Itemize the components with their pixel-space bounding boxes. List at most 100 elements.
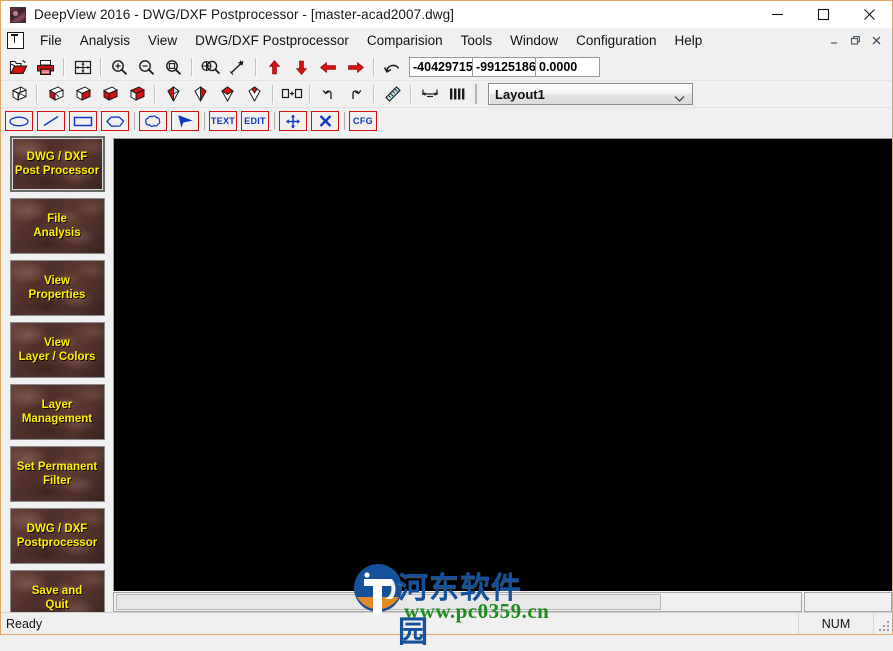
resize-grip[interactable] [873, 613, 892, 634]
arrow-down-icon[interactable] [288, 56, 315, 78]
arrow-left-icon[interactable] [315, 56, 342, 78]
cloud-tool-icon[interactable] [139, 111, 167, 131]
sidebar-item-label: DWG / DXF Postprocessor [17, 522, 98, 550]
arrow-right-icon[interactable] [342, 56, 369, 78]
rotate-left-icon[interactable] [315, 83, 342, 105]
delete-tool-icon[interactable] [311, 111, 339, 131]
toolbar-separator [36, 85, 38, 103]
sidebar-item-label: Set Permanent Filter [17, 460, 98, 488]
coordinate-spacer [600, 58, 626, 76]
edit-tool-icon[interactable]: EDIT [241, 111, 269, 131]
toolbar-separator [191, 58, 193, 76]
close-button[interactable] [846, 1, 892, 28]
sidebar-item-layer-management[interactable]: Layer Management [10, 384, 105, 440]
window-title: DeepView 2016 - DWG/DXF Postprocessor - … [34, 7, 454, 22]
text-tool-icon[interactable]: TEXT [209, 111, 237, 131]
rectangle-tool-icon[interactable] [69, 111, 97, 131]
scrollbar-row [113, 592, 892, 612]
canvas-area [113, 134, 892, 612]
leader-tool-icon[interactable] [171, 111, 199, 131]
cube-wireframe-icon[interactable] [5, 83, 32, 105]
ruler-icon[interactable] [379, 83, 406, 105]
sidebar-item-label: File Analysis [33, 212, 80, 240]
title-bar: DeepView 2016 - DWG/DXF Postprocessor - … [1, 1, 892, 28]
status-bar: Ready NUM [1, 612, 892, 634]
zoom-extents-icon[interactable] [69, 56, 96, 78]
status-message: Ready [1, 617, 798, 631]
cube-shaded-1-icon[interactable] [42, 83, 69, 105]
toolbar-separator [134, 112, 135, 130]
sidebar-item-label: View Properties [29, 274, 86, 302]
tile-windows-icon[interactable] [278, 83, 305, 105]
move-tool-icon[interactable] [279, 111, 307, 131]
ellipse-tool-icon[interactable] [5, 111, 33, 131]
toolbar-separator [344, 112, 345, 130]
config-tool-icon[interactable]: CFG [349, 111, 377, 131]
menu-configuration[interactable]: Configuration [567, 30, 665, 51]
pan-zoom-icon[interactable] [197, 56, 224, 78]
menu-file[interactable]: File [31, 30, 71, 51]
menu-dwg-dxf-postprocessor[interactable]: DWG/DXF Postprocessor [186, 30, 358, 51]
sidebar-item-view-properties[interactable]: View Properties [10, 260, 105, 316]
dimension-icon[interactable] [416, 83, 443, 105]
toolbar-separator [63, 58, 65, 76]
toolbar-separator [154, 85, 156, 103]
horizontal-scrollbar[interactable] [113, 592, 802, 612]
sidebar-item-dwg-dxf-post-processor[interactable]: DWG / DXF Post Processor [10, 136, 105, 192]
iso-view-1-icon[interactable] [160, 83, 187, 105]
drawing-canvas[interactable] [113, 138, 892, 591]
mdi-close-button[interactable] [866, 31, 886, 50]
zoom-out-icon[interactable] [133, 56, 160, 78]
sidebar-item-label: Layer Management [22, 398, 92, 426]
toolbar-separator [100, 58, 102, 76]
layout-combobox[interactable]: Layout1 [488, 83, 693, 105]
menu-analysis[interactable]: Analysis [71, 30, 139, 51]
sidebar-item-set-permanent-filter[interactable]: Set Permanent Filter [10, 446, 105, 502]
toolbar-separator [204, 112, 205, 130]
polygon-tool-icon[interactable] [101, 111, 129, 131]
coordinate-display: -40429715 -99125186 0.0000 [409, 57, 600, 77]
measure-arrow-icon[interactable] [224, 56, 251, 78]
iso-view-2-icon[interactable] [187, 83, 214, 105]
sidebar-item-dwg-dxf-postprocessor[interactable]: DWG / DXF Postprocessor [10, 508, 105, 564]
print-icon[interactable] [32, 56, 59, 78]
menu-window[interactable]: Window [501, 30, 567, 51]
toolbar-separator [373, 58, 375, 76]
document-icon [7, 32, 24, 49]
menu-help[interactable]: Help [665, 30, 711, 51]
menu-comparision[interactable]: Comparision [358, 30, 452, 51]
menu-view[interactable]: View [139, 30, 186, 51]
maximize-button[interactable] [800, 1, 846, 28]
cube-shaded-2-icon[interactable] [69, 83, 96, 105]
line-tool-icon[interactable] [37, 111, 65, 131]
cube-shaded-4-icon[interactable] [123, 83, 150, 105]
minimize-button[interactable] [754, 1, 800, 28]
application-window: DeepView 2016 - DWG/DXF Postprocessor - … [0, 0, 893, 635]
coord-x-field[interactable]: -40429715 [410, 58, 473, 76]
undo-icon[interactable] [379, 56, 406, 78]
sidebar-item-view-layer-colors[interactable]: View Layer / Colors [10, 322, 105, 378]
coord-z-field[interactable]: 0.0000 [536, 58, 599, 76]
horizontal-scrollbar-thumb[interactable] [116, 594, 661, 610]
sidebar-item-file-analysis[interactable]: File Analysis [10, 198, 105, 254]
mdi-restore-button[interactable] [845, 31, 865, 50]
coord-y-field[interactable]: -99125186 [473, 58, 536, 76]
layout-combobox-value: Layout1 [489, 87, 545, 102]
open-file-icon[interactable] [5, 56, 32, 78]
iso-view-3-icon[interactable] [214, 83, 241, 105]
zoom-in-icon[interactable] [106, 56, 133, 78]
zoom-window-icon[interactable] [160, 56, 187, 78]
layers-bars-icon[interactable] [443, 83, 470, 105]
rotate-right-icon[interactable] [342, 83, 369, 105]
window-controls [754, 1, 892, 28]
mdi-minimize-button[interactable] [824, 31, 844, 50]
iso-view-4-icon[interactable] [241, 83, 268, 105]
sidebar-item-save-and-quit[interactable]: Save and Quit [10, 570, 105, 612]
sidebar-item-label: Save and Quit [32, 584, 83, 612]
arrow-up-icon[interactable] [261, 56, 288, 78]
toolbar-separator [255, 58, 257, 76]
menu-tools[interactable]: Tools [452, 30, 502, 51]
menu-bar: File Analysis View DWG/DXF Postprocessor… [1, 28, 892, 54]
cube-shaded-3-icon[interactable] [96, 83, 123, 105]
scrollbar-corner [804, 592, 892, 612]
